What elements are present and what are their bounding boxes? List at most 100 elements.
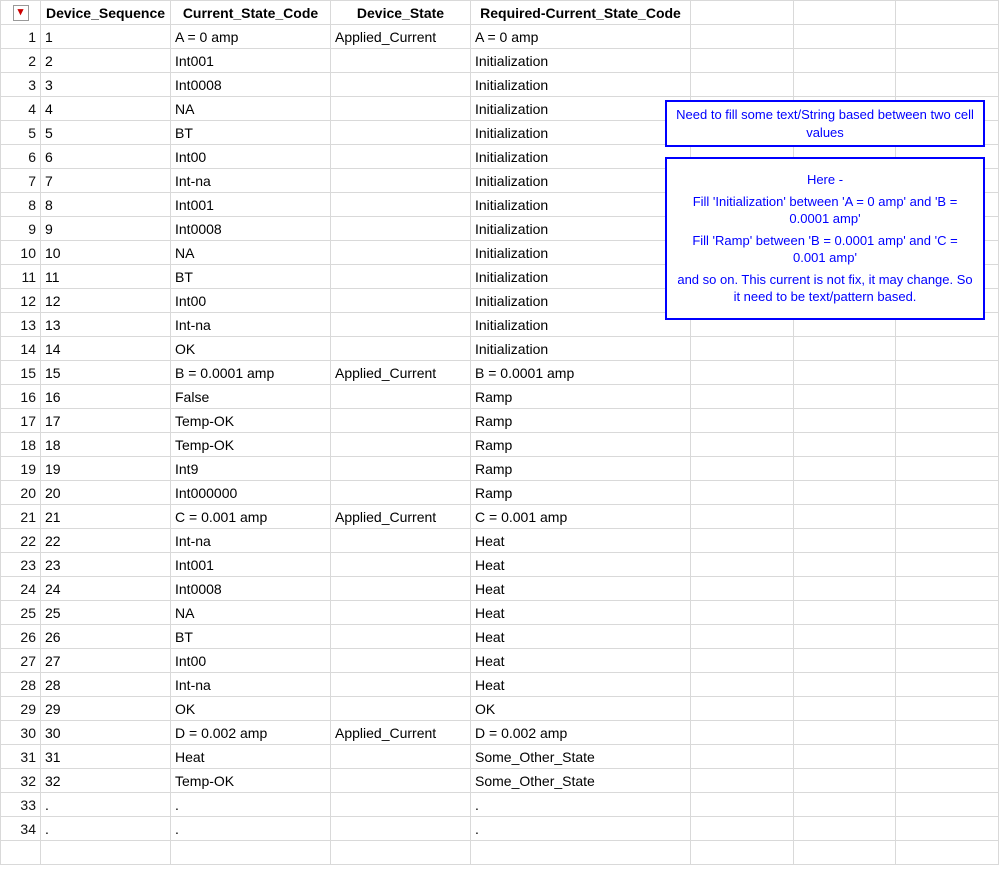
cell-required-state-code[interactable]: Initialization (471, 289, 691, 313)
cell-blank[interactable] (691, 457, 794, 481)
cell-required-state-code[interactable]: Initialization (471, 265, 691, 289)
cell-blank[interactable] (896, 505, 999, 529)
cell-device-state[interactable] (331, 601, 471, 625)
cell-blank[interactable] (793, 601, 896, 625)
row-number[interactable]: 3 (1, 73, 41, 97)
cell-blank[interactable] (793, 577, 896, 601)
row-number[interactable]: 18 (1, 433, 41, 457)
cell-device-sequence[interactable]: 30 (41, 721, 171, 745)
cell-blank[interactable] (896, 577, 999, 601)
cell-device-sequence[interactable]: 28 (41, 673, 171, 697)
row-number[interactable]: 4 (1, 97, 41, 121)
cell-device-sequence[interactable]: 24 (41, 577, 171, 601)
cell-blank[interactable] (691, 817, 794, 841)
cell-required-state-code[interactable]: D = 0.002 amp (471, 721, 691, 745)
table-row[interactable]: 22Int001Initialization (1, 49, 999, 73)
corner-cell[interactable]: ▾ (1, 1, 41, 25)
cell-device-sequence[interactable]: 10 (41, 241, 171, 265)
cell-current-state-code[interactable]: Int00 (171, 289, 331, 313)
cell-device-sequence[interactable]: 17 (41, 409, 171, 433)
table-row[interactable]: 11A = 0 ampApplied_CurrentA = 0 amp (1, 25, 999, 49)
cell-blank[interactable] (691, 697, 794, 721)
cell-required-state-code[interactable]: Initialization (471, 97, 691, 121)
table-row[interactable]: 2626BTHeat (1, 625, 999, 649)
table-row[interactable]: 3232Temp-OKSome_Other_State (1, 769, 999, 793)
cell-current-state-code[interactable]: Temp-OK (171, 769, 331, 793)
row-number[interactable]: 5 (1, 121, 41, 145)
cell-device-sequence[interactable]: 25 (41, 601, 171, 625)
col-header-blank[interactable] (691, 1, 794, 25)
cell-device-state[interactable] (331, 193, 471, 217)
cell-blank[interactable] (896, 553, 999, 577)
cell-blank[interactable] (793, 721, 896, 745)
cell-current-state-code[interactable]: . (171, 793, 331, 817)
cell-blank[interactable] (896, 385, 999, 409)
row-number[interactable]: 26 (1, 625, 41, 649)
cell-device-state[interactable] (331, 313, 471, 337)
cell-device-state[interactable] (331, 457, 471, 481)
cell-blank[interactable] (896, 745, 999, 769)
cell-device-state[interactable]: Applied_Current (331, 361, 471, 385)
row-number[interactable]: 15 (1, 361, 41, 385)
table-row[interactable]: 2525NAHeat (1, 601, 999, 625)
cell-current-state-code[interactable]: A = 0 amp (171, 25, 331, 49)
cell-required-state-code[interactable]: Some_Other_State (471, 745, 691, 769)
cell-device-state[interactable] (331, 241, 471, 265)
col-header-device-sequence[interactable]: Device_Sequence (41, 1, 171, 25)
col-header-current-state-code[interactable]: Current_State_Code (171, 1, 331, 25)
table-row[interactable]: 1818Temp-OKRamp (1, 433, 999, 457)
row-number[interactable]: 10 (1, 241, 41, 265)
cell-current-state-code[interactable]: BT (171, 121, 331, 145)
row-number[interactable]: 34 (1, 817, 41, 841)
cell-required-state-code[interactable]: Ramp (471, 385, 691, 409)
cell-required-state-code[interactable]: Heat (471, 601, 691, 625)
cell-device-sequence[interactable]: 11 (41, 265, 171, 289)
col-header-required-state-code[interactable]: Required-Current_State_Code (471, 1, 691, 25)
cell-device-sequence[interactable]: 7 (41, 169, 171, 193)
cell-required-state-code[interactable]: Ramp (471, 409, 691, 433)
row-number[interactable]: 22 (1, 529, 41, 553)
cell-blank[interactable] (691, 625, 794, 649)
cell-blank[interactable] (691, 49, 794, 73)
table-row[interactable]: 2424Int0008Heat (1, 577, 999, 601)
cell-blank[interactable] (896, 769, 999, 793)
cell-blank[interactable] (691, 769, 794, 793)
cell-blank[interactable] (793, 361, 896, 385)
cell-device-sequence[interactable]: 13 (41, 313, 171, 337)
cell-blank[interactable] (793, 505, 896, 529)
row-number[interactable]: 9 (1, 217, 41, 241)
cell-blank[interactable] (691, 793, 794, 817)
cell-device-state[interactable] (331, 745, 471, 769)
cell-blank[interactable] (793, 529, 896, 553)
cell-blank[interactable] (896, 697, 999, 721)
cell-required-state-code[interactable]: Initialization (471, 313, 691, 337)
cell-device-sequence[interactable]: 26 (41, 625, 171, 649)
cell-current-state-code[interactable]: Int00 (171, 145, 331, 169)
cell-blank[interactable] (793, 625, 896, 649)
cell-current-state-code[interactable]: B = 0.0001 amp (171, 361, 331, 385)
cell-blank[interactable] (896, 25, 999, 49)
cell-blank[interactable] (691, 481, 794, 505)
cell-device-state[interactable] (331, 121, 471, 145)
cell-device-state[interactable] (331, 217, 471, 241)
row-number[interactable]: 31 (1, 745, 41, 769)
cell-device-state[interactable] (331, 265, 471, 289)
table-row[interactable]: 2828Int-naHeat (1, 673, 999, 697)
cell-blank[interactable] (896, 601, 999, 625)
row-number[interactable]: 11 (1, 265, 41, 289)
cell-device-state[interactable] (331, 817, 471, 841)
cell-device-sequence[interactable]: 4 (41, 97, 171, 121)
cell-required-state-code[interactable]: . (471, 793, 691, 817)
cell-device-state[interactable] (331, 673, 471, 697)
cell-blank[interactable] (691, 337, 794, 361)
row-number[interactable]: 13 (1, 313, 41, 337)
cell-blank[interactable] (691, 433, 794, 457)
cell-blank[interactable] (896, 649, 999, 673)
row-number[interactable]: 1 (1, 25, 41, 49)
table-row[interactable]: 2020Int000000Ramp (1, 481, 999, 505)
cell-blank[interactable] (896, 361, 999, 385)
cell-current-state-code[interactable]: Heat (171, 745, 331, 769)
cell-required-state-code[interactable]: Heat (471, 649, 691, 673)
row-number[interactable]: 33 (1, 793, 41, 817)
table-row[interactable]: 3131HeatSome_Other_State (1, 745, 999, 769)
